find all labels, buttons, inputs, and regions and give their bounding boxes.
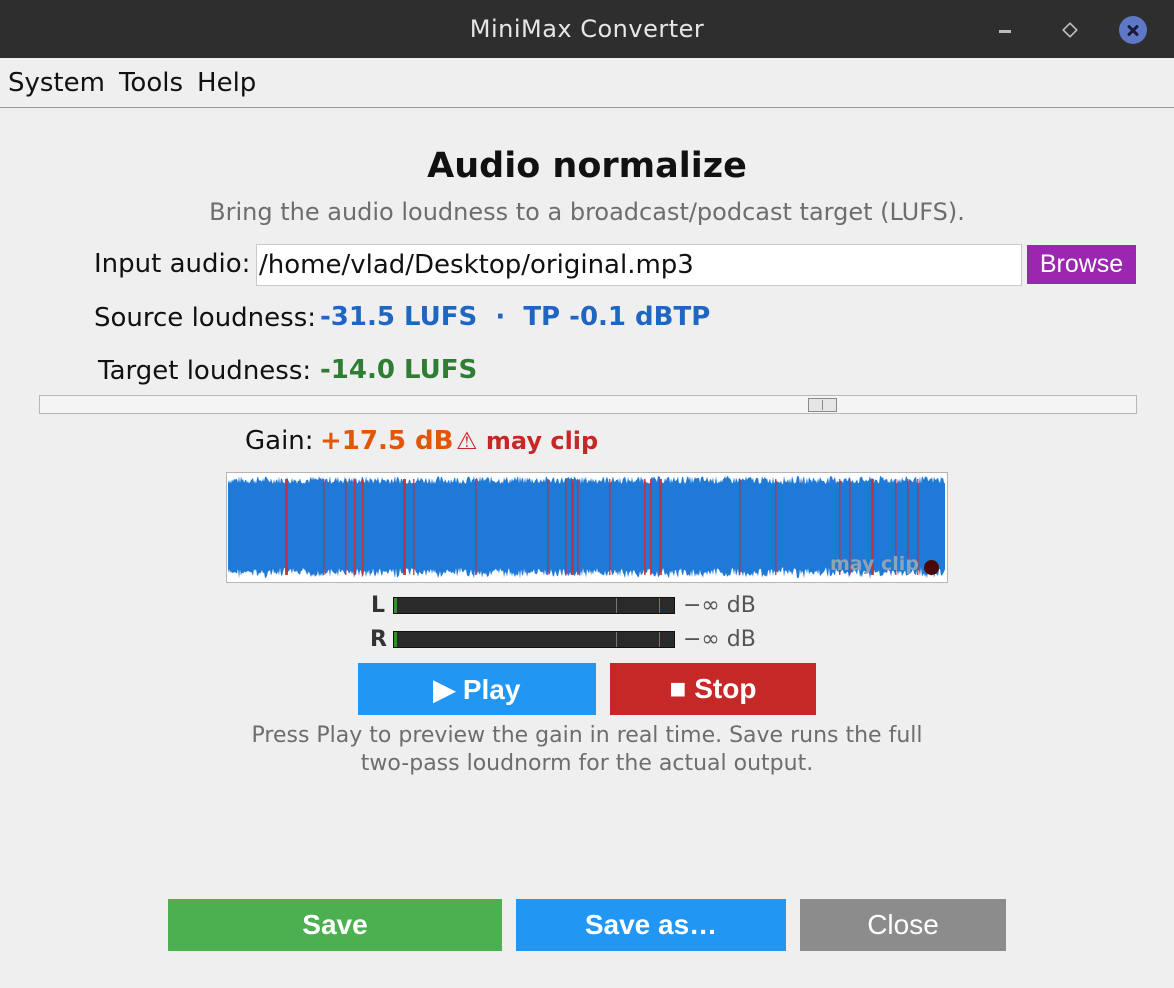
- save-as-button[interactable]: Save as…: [516, 899, 786, 951]
- meter-left-peak-tick: [659, 598, 660, 613]
- meter-right-tick: [616, 632, 617, 647]
- slider-handle[interactable]: [808, 398, 838, 412]
- close-button[interactable]: Close: [800, 899, 1006, 951]
- page-subtitle: Bring the audio loudness to a broadcast/…: [209, 198, 965, 226]
- meter-right-db: −∞ dB: [683, 627, 756, 652]
- clip-marker: [571, 479, 574, 575]
- meter-left-bar: [393, 597, 675, 614]
- menu-help[interactable]: Help: [197, 68, 256, 98]
- input-audio-label: Input audio:: [94, 249, 251, 279]
- clip-marker: [285, 479, 288, 575]
- meter-right-level: [394, 632, 397, 647]
- menu-tools[interactable]: Tools: [119, 68, 183, 98]
- page-title: Audio normalize: [427, 146, 747, 186]
- clip-marker: [659, 479, 662, 575]
- hint-line-1: Press Play to preview the gain in real t…: [251, 723, 923, 748]
- minimize-icon[interactable]: [993, 18, 1017, 42]
- meter-right-channel: R: [370, 627, 387, 652]
- input-audio-field[interactable]: [256, 244, 1022, 286]
- gain-label: Gain:: [245, 426, 314, 456]
- meter-right-peak-tick: [659, 632, 660, 647]
- clip-warning: ⚠ may clip: [456, 427, 599, 455]
- clip-marker: [413, 479, 415, 575]
- browse-button[interactable]: Browse: [1027, 245, 1136, 284]
- clip-marker: [775, 479, 777, 575]
- clip-indicator-icon: [924, 560, 939, 575]
- stop-button[interactable]: ■ Stop: [610, 663, 816, 715]
- meter-left-tick: [616, 598, 617, 613]
- window-title: MiniMax Converter: [469, 15, 705, 43]
- meter-left-level: [394, 598, 397, 613]
- meter-left-db: −∞ dB: [683, 593, 756, 618]
- meter-left-channel: L: [371, 593, 386, 618]
- clip-marker: [565, 479, 567, 575]
- close-window-icon[interactable]: [1119, 16, 1147, 44]
- target-loudness-slider[interactable]: [39, 395, 1137, 414]
- clip-marker: [475, 479, 477, 575]
- source-loudness-label: Source loudness:: [94, 303, 317, 333]
- target-loudness-value: -14.0 LUFS: [320, 355, 478, 385]
- clip-marker: [577, 479, 579, 575]
- menubar: System Tools Help: [0, 58, 1174, 108]
- window-titlebar: MiniMax Converter: [0, 0, 1174, 58]
- clip-marker: [609, 479, 611, 575]
- clip-marker: [362, 479, 364, 575]
- save-button[interactable]: Save: [168, 899, 502, 951]
- clip-marker: [345, 479, 347, 575]
- clip-marker: [547, 479, 549, 575]
- play-button[interactable]: ▶ Play: [358, 663, 596, 715]
- clip-marker: [644, 479, 646, 575]
- preview-hint: Press Play to preview the gain in real t…: [0, 722, 1174, 778]
- waveform-clip-note: may clip: [830, 553, 919, 575]
- clip-marker: [354, 479, 356, 575]
- maximize-icon[interactable]: [1058, 18, 1082, 42]
- clip-marker: [739, 479, 741, 575]
- meter-right-bar: [393, 631, 675, 648]
- clip-marker: [403, 479, 406, 575]
- menu-system[interactable]: System: [8, 68, 105, 98]
- source-loudness-value: -31.5 LUFS · TP -0.1 dBTP: [320, 302, 710, 332]
- gain-value: +17.5 dB: [320, 426, 454, 456]
- target-loudness-label: Target loudness:: [98, 356, 312, 386]
- source-loudness-text: -31.5 LUFS · TP -0.1 dBTP: [320, 302, 711, 332]
- hint-line-2: two-pass loudnorm for the actual output.: [360, 751, 814, 776]
- clip-marker: [323, 479, 325, 575]
- clip-marker: [650, 479, 652, 575]
